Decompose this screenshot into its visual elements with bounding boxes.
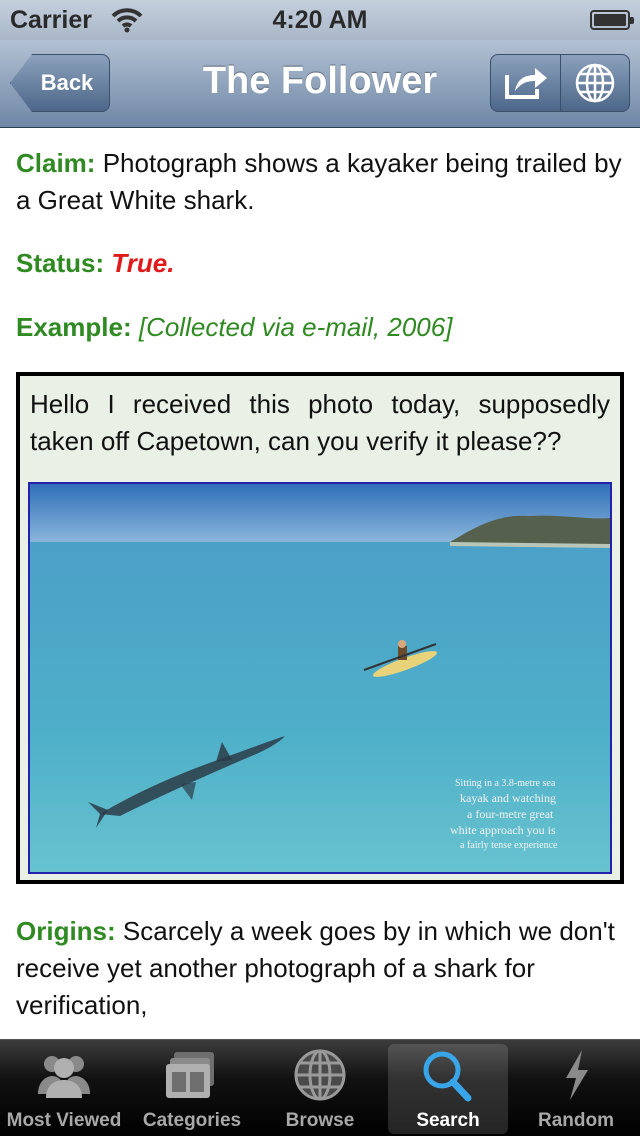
status-paragraph: Status: True. (16, 245, 626, 282)
tab-label: Random (538, 1110, 614, 1131)
globe-icon (575, 63, 615, 103)
tab-search[interactable]: Search (384, 1040, 512, 1136)
status-time: 4:20 AM (272, 6, 368, 34)
photo-caption-line-4: white approach you is (450, 823, 556, 837)
claim-paragraph: Claim: Photograph shows a kayaker being … (16, 145, 626, 219)
status-bar: Carrier 4:20 AM (0, 0, 640, 40)
tab-bar: Most Viewed Categories Browse Search Ran… (0, 1039, 640, 1136)
tab-random[interactable]: Random (512, 1040, 640, 1136)
people-icon (38, 1056, 90, 1098)
page-title: The Follower (202, 60, 438, 102)
folders-icon (166, 1052, 214, 1098)
photo-illustration: Sitting in a 3.8-metre sea kayak and wat… (30, 484, 610, 872)
claim-label: Claim: (16, 148, 96, 178)
photo-caption-line-1: Sitting in a 3.8-metre sea (455, 778, 556, 789)
claim-text: Photograph shows a kayaker being trailed… (16, 148, 622, 215)
battery-icon (590, 10, 634, 30)
tab-label: Categories (142, 1110, 242, 1131)
example-paragraph: Example: [Collected via e-mail, 2006] (16, 309, 626, 346)
photo-caption-line-3: a four-metre great (467, 807, 554, 821)
origins-paragraph: Origins: Scarcely a week goes by in whic… (16, 913, 626, 1024)
magnifier-icon (423, 1051, 472, 1102)
status-label: Status: (16, 248, 105, 278)
origins-label: Origins: (16, 916, 116, 946)
back-button[interactable]: Back (10, 54, 110, 112)
tab-label: Browse (285, 1110, 355, 1131)
example-label: Example: (16, 312, 132, 342)
tab-label: Search (416, 1110, 480, 1131)
quote-text: Hello I received this photo today, suppo… (20, 376, 620, 468)
tab-categories[interactable]: Categories (128, 1040, 256, 1136)
share-button[interactable] (491, 55, 560, 111)
tab-browse[interactable]: Browse (256, 1040, 384, 1136)
status-value: True. (111, 248, 175, 278)
quote-photo-area: Sitting in a 3.8-metre sea kayak and wat… (20, 468, 620, 880)
globe-icon (294, 1049, 346, 1101)
example-quote-box: Hello I received this photo today, suppo… (16, 372, 624, 884)
article-content[interactable]: Claim: Photograph shows a kayaker being … (0, 129, 640, 1039)
tab-most-viewed[interactable]: Most Viewed (0, 1040, 128, 1136)
tab-label: Most Viewed (6, 1110, 122, 1131)
example-value: [Collected via e-mail, 2006] (138, 312, 453, 342)
photo-caption-line-5: a fairly tense experience (460, 840, 558, 851)
share-icon (504, 68, 547, 99)
navigation-bar: Back The Follower (0, 40, 640, 128)
lightning-icon (566, 1050, 588, 1100)
nav-action-group (490, 54, 630, 112)
shark-kayak-photo: Sitting in a 3.8-metre sea kayak and wat… (28, 482, 612, 874)
photo-caption-line-2: kayak and watching (460, 791, 556, 805)
web-button[interactable] (560, 55, 629, 111)
